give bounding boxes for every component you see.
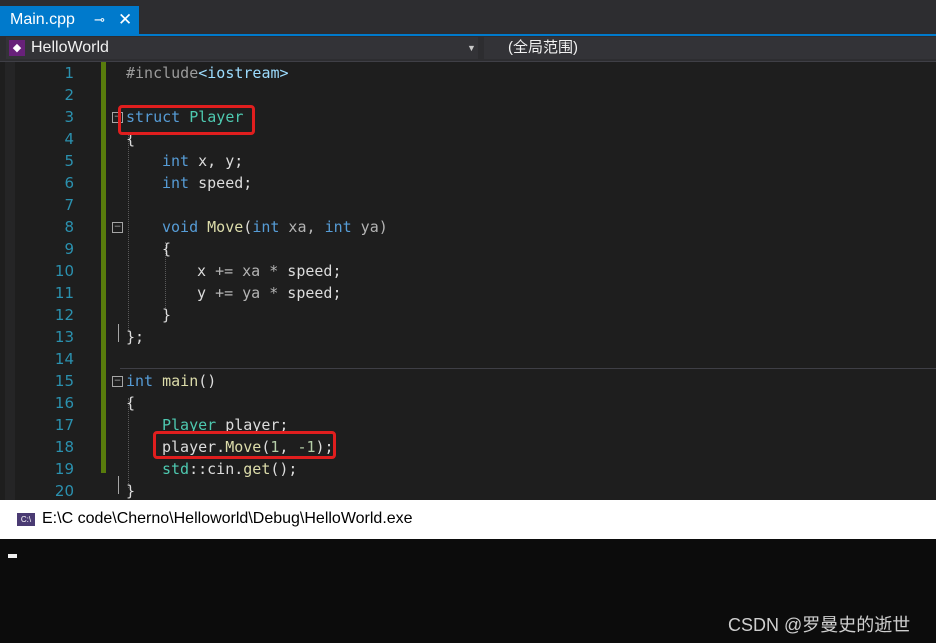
console-title: E:\C code\Cherno\Helloworld\Debug\HelloW… xyxy=(42,510,413,527)
change-tracking-bar xyxy=(101,62,106,473)
fold-end-bracket xyxy=(118,324,119,342)
highlight-move-call xyxy=(153,431,336,459)
collapse-icon[interactable]: − xyxy=(112,376,123,387)
line-number: 11 xyxy=(54,284,74,302)
code-line-13: }; xyxy=(126,328,145,346)
code-editor[interactable]: 1 2 3 4 5 6 7 8 9 10 11 12 13 14 15 16 1… xyxy=(0,62,936,500)
tab-main-cpp[interactable]: Main.cpp ⊸ ✕ xyxy=(0,6,139,34)
line-number: 7 xyxy=(64,196,74,214)
code-line-9: { xyxy=(162,240,172,258)
line-number: 9 xyxy=(64,240,74,258)
code-line-16: { xyxy=(126,394,136,412)
line-number: 14 xyxy=(54,350,74,368)
fold-end-bracket xyxy=(118,476,119,494)
collapse-icon[interactable]: − xyxy=(112,222,123,233)
code-line-10: x += xa * speed; xyxy=(197,262,342,280)
line-number: 6 xyxy=(64,174,74,192)
console-output[interactable]: CSDN @罗曼史的逝世 xyxy=(0,539,936,643)
code-line-11: y += ya * speed; xyxy=(197,284,342,302)
code-line-15: int main() xyxy=(126,372,217,390)
line-number: 1 xyxy=(64,64,74,82)
scope-label: (全局范围) xyxy=(508,39,578,56)
code-line-20: } xyxy=(126,482,136,500)
pin-icon[interactable]: ⊸ xyxy=(94,6,105,34)
line-number: 8 xyxy=(64,218,74,236)
code-line-8: void Move(int xa, int ya) xyxy=(162,218,388,236)
console-window[interactable]: C:\ E:\C code\Cherno\Helloworld\Debug\He… xyxy=(0,500,936,643)
console-cursor xyxy=(8,554,17,558)
project-icon: ◆ xyxy=(9,40,25,56)
project-label: HelloWorld xyxy=(31,39,109,56)
line-number: 15 xyxy=(54,372,74,390)
line-number: 3 xyxy=(64,108,74,126)
line-number: 5 xyxy=(64,152,74,170)
code-line-19: std::cin.get(); xyxy=(162,460,298,478)
scope-dropdown[interactable]: (全局范围) xyxy=(484,37,936,59)
code-line-1: #include<iostream> xyxy=(126,64,289,82)
line-number: 10 xyxy=(54,262,74,280)
line-number: 4 xyxy=(64,130,74,148)
line-number: 2 xyxy=(64,86,74,104)
console-title-bar[interactable]: C:\ E:\C code\Cherno\Helloworld\Debug\He… xyxy=(0,500,936,539)
line-number: 12 xyxy=(54,306,74,324)
line-number: 19 xyxy=(54,460,74,478)
line-number: 18 xyxy=(54,438,74,456)
highlight-struct-player xyxy=(118,105,255,135)
code-line-6: int speed; xyxy=(162,174,253,192)
line-number: 16 xyxy=(54,394,74,412)
tab-title: Main.cpp xyxy=(10,11,75,28)
line-number: 17 xyxy=(54,416,74,434)
project-dropdown[interactable]: ◆ HelloWorld ▼ xyxy=(6,37,478,59)
line-number: 20 xyxy=(54,482,74,500)
chevron-down-icon[interactable]: ▼ xyxy=(467,37,476,59)
watermark: CSDN @罗曼史的逝世 xyxy=(728,615,911,635)
function-separator xyxy=(120,368,936,369)
indent-guide xyxy=(128,132,129,332)
line-number: 13 xyxy=(54,328,74,346)
indicator-margin xyxy=(5,62,15,500)
navigation-bar: ◆ HelloWorld ▼ (全局范围) xyxy=(0,36,936,62)
code-line-12: } xyxy=(162,306,172,324)
code-line-5: int x, y; xyxy=(162,152,244,170)
close-icon[interactable]: ✕ xyxy=(118,6,132,34)
console-icon: C:\ xyxy=(17,513,35,526)
tab-strip: Main.cpp ⊸ ✕ xyxy=(0,0,936,34)
